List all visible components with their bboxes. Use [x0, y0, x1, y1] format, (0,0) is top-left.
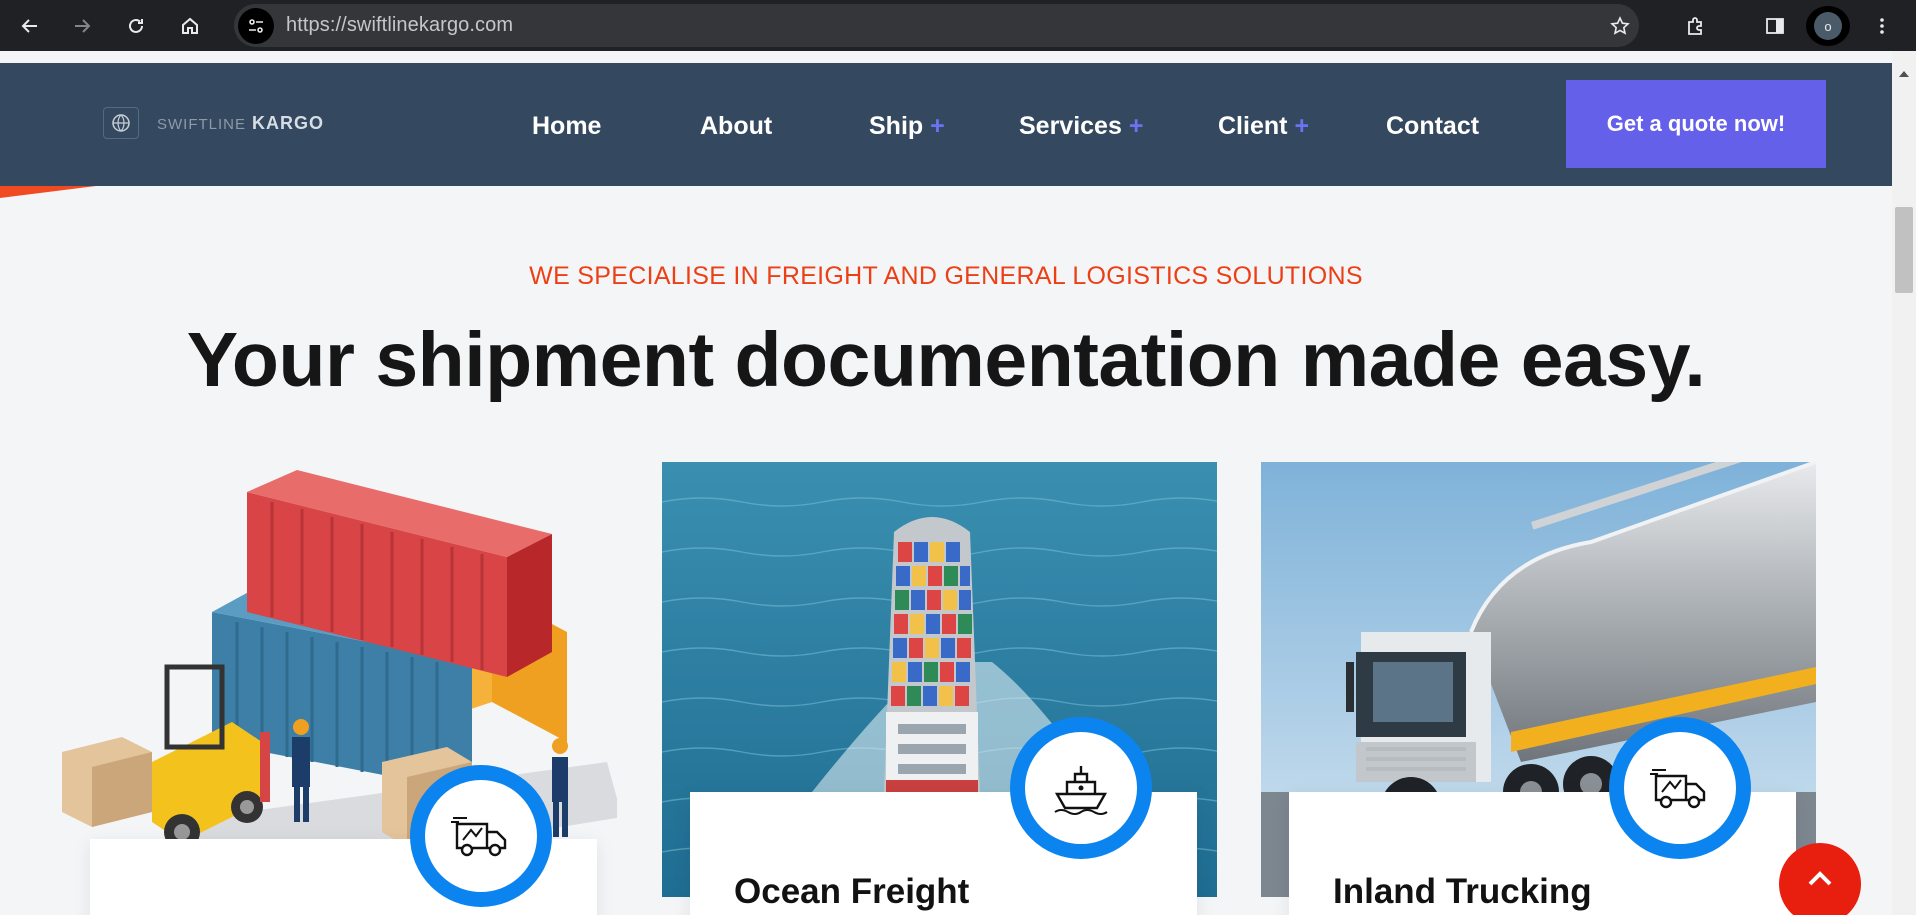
service-card[interactable]: Inland Trucking: [1261, 462, 1816, 915]
nav-home[interactable]: Home: [532, 112, 601, 141]
forward-arrow-icon[interactable]: [66, 10, 98, 42]
reload-icon[interactable]: [120, 10, 152, 42]
home-icon[interactable]: [174, 10, 206, 42]
site-header: SWIFTLINE KARGO Home About Ship + Service…: [0, 63, 1892, 186]
nav-contact[interactable]: Contact: [1386, 112, 1479, 141]
submenu-plus-icon: +: [1128, 112, 1144, 140]
hero-eyebrow: WE SPECIALISE IN FREIGHT AND GENERAL LOG…: [529, 262, 1363, 290]
profile-initial: o: [1814, 12, 1842, 40]
nav-label: Contact: [1386, 112, 1480, 140]
logo-wordmark: SWIFTLINE KARGO: [157, 113, 324, 134]
scroll-to-top-button[interactable]: [1779, 843, 1861, 915]
site-info-icon[interactable]: [238, 8, 274, 44]
kebab-menu-icon[interactable]: [1866, 10, 1898, 42]
star-icon[interactable]: [1604, 10, 1636, 42]
back-arrow-icon[interactable]: [14, 10, 46, 42]
site-logo[interactable]: SWIFTLINE KARGO: [103, 107, 324, 139]
submenu-plus-icon: +: [930, 112, 945, 140]
nav-label: Client: [1218, 112, 1288, 140]
nav-label: Home: [532, 112, 602, 140]
scroll-up-arrow-icon[interactable]: [1899, 71, 1909, 77]
nav-about[interactable]: About: [700, 112, 772, 141]
cargo-ship-icon: [1010, 717, 1152, 859]
service-card[interactable]: Ocean Freight: [662, 462, 1217, 915]
delivery-truck-icon: [410, 765, 552, 907]
chevron-up-icon: [1808, 871, 1832, 886]
delivery-truck-icon: [1609, 717, 1751, 859]
scrollbar-thumb[interactable]: [1895, 207, 1913, 293]
side-panel-icon[interactable]: [1759, 10, 1791, 42]
nav-label: About: [700, 112, 773, 140]
nav-client[interactable]: Client +: [1218, 112, 1309, 141]
browser-toolbar: https://swiftlinekargo.com o: [0, 0, 1916, 51]
nav-services[interactable]: Services +: [1019, 112, 1143, 141]
extensions-icon[interactable]: [1679, 10, 1711, 42]
submenu-plus-icon: +: [1294, 112, 1310, 140]
service-card-title: Inland Trucking: [1333, 872, 1592, 911]
logo-text-bold: KARGO: [252, 112, 325, 133]
nav-ship[interactable]: Ship +: [869, 112, 945, 141]
hero-headline: Your shipment documentation made easy.: [186, 317, 1706, 403]
url-text[interactable]: https://swiftlinekargo.com: [286, 14, 513, 37]
globe-logo-icon: [103, 107, 139, 139]
nav-label: Services: [1019, 112, 1122, 140]
profile-avatar[interactable]: o: [1806, 6, 1850, 46]
page-scrollbar[interactable]: [1892, 51, 1916, 915]
decorative-red-stripe: [0, 186, 96, 198]
nav-label: Ship: [869, 112, 924, 140]
service-card[interactable]: [62, 462, 617, 915]
get-quote-button[interactable]: Get a quote now!: [1566, 80, 1826, 168]
logo-text-light: SWIFTLINE: [157, 115, 247, 133]
service-card-title: Ocean Freight: [734, 872, 970, 911]
